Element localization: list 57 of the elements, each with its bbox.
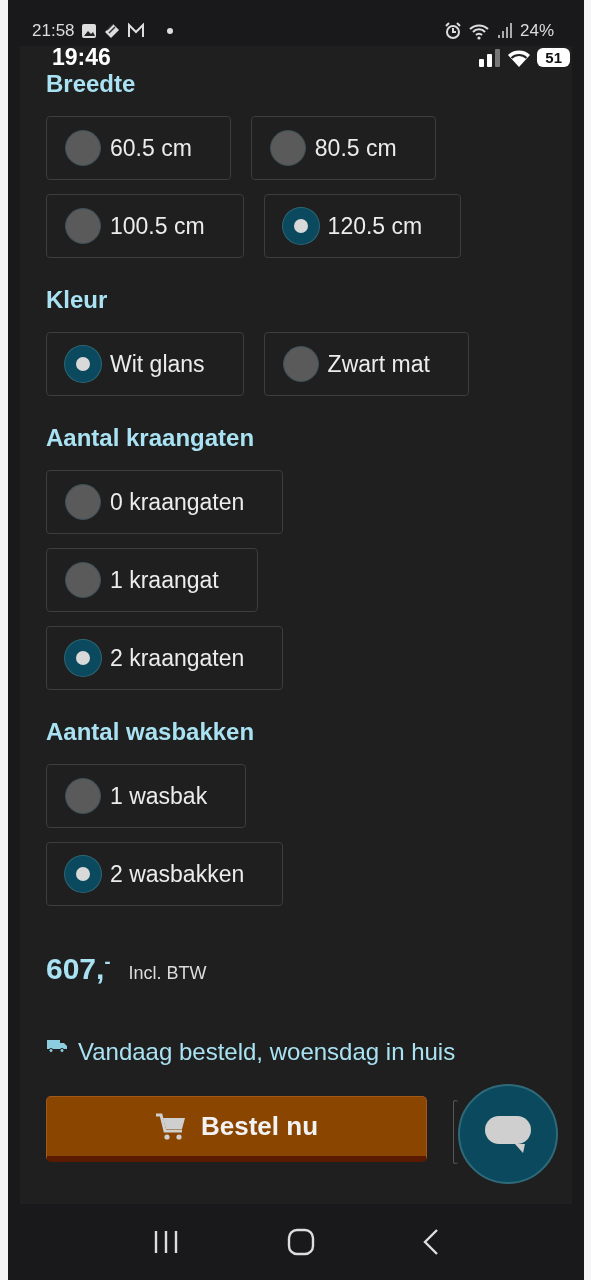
- radio-button[interactable]: [282, 346, 319, 382]
- option-button[interactable]: 60.5 cm: [46, 116, 231, 180]
- option-label: 2 wasbakken: [110, 860, 245, 888]
- radio-button[interactable]: [65, 562, 101, 598]
- section-heading: Kleur: [46, 286, 109, 314]
- option-label: 1 wasbak: [110, 782, 208, 810]
- dot-icon: [166, 28, 173, 34]
- truck-icon: [46, 1037, 68, 1053]
- option-button[interactable]: 1 wasbak: [46, 764, 247, 828]
- mail-icon: [126, 22, 145, 40]
- radio-button[interactable]: [65, 856, 101, 892]
- option-button[interactable]: 0 kraangaten: [46, 470, 284, 534]
- radio-button[interactable]: [65, 640, 101, 676]
- order-button[interactable]: Bestel nu: [46, 1096, 427, 1162]
- option-button[interactable]: 80.5 cm: [250, 116, 436, 180]
- section-heading: Aantal kraangaten: [46, 424, 256, 452]
- section-heading: Aantal wasbakken: [46, 718, 256, 746]
- section-heading: Breedte: [46, 70, 137, 98]
- price: 607,$^{-}$: [46, 952, 111, 986]
- option-button[interactable]: 2 wasbakken: [46, 842, 284, 906]
- chat-bubble-icon: [483, 1114, 533, 1154]
- battery-percentage: 24%: [519, 21, 554, 41]
- radio-button[interactable]: [269, 130, 306, 166]
- option-button[interactable]: Wit glans: [46, 332, 244, 396]
- signal-icon: [495, 22, 514, 40]
- back-icon[interactable]: [422, 1228, 441, 1256]
- delivery-text: Vandaag besteld, woensdag in huis: [78, 1038, 456, 1066]
- radio-button[interactable]: [65, 484, 101, 520]
- clock-time: 19:46: [52, 44, 111, 71]
- cart-icon: [155, 1112, 187, 1141]
- home-icon[interactable]: [287, 1228, 315, 1256]
- option-label: Zwart mat: [327, 350, 430, 378]
- option-label: Wit glans: [110, 350, 205, 378]
- option-button[interactable]: 2 kraangaten: [46, 626, 284, 690]
- radio-button[interactable]: [65, 208, 101, 244]
- radio-button[interactable]: [282, 208, 319, 244]
- option-label: 1 kraangat: [110, 566, 219, 594]
- clock-time: 21:58: [32, 21, 75, 41]
- radio-button[interactable]: [65, 346, 101, 382]
- option-label: 80.5 cm: [314, 134, 397, 162]
- alarm-icon: [443, 22, 462, 40]
- battery-indicator: 51: [537, 48, 570, 67]
- option-label: 100.5 cm: [110, 212, 205, 240]
- option-button[interactable]: 1 kraangat: [46, 548, 258, 612]
- radio-button[interactable]: [65, 778, 101, 814]
- tax-note: Incl. BTW: [128, 963, 207, 984]
- option-button[interactable]: 120.5 cm: [263, 194, 462, 258]
- gallery-icon: [80, 23, 97, 39]
- wifi-icon: [467, 22, 490, 40]
- option-label: 120.5 cm: [327, 212, 423, 240]
- option-button[interactable]: 100.5 cm: [46, 194, 244, 258]
- option-label: 60.5 cm: [110, 134, 192, 162]
- option-button[interactable]: Zwart mat: [263, 332, 469, 396]
- option-label: 2 kraangaten: [110, 644, 245, 672]
- radio-button[interactable]: [65, 130, 101, 166]
- option-label: 0 kraangaten: [110, 488, 245, 516]
- signal-icon: [478, 47, 502, 68]
